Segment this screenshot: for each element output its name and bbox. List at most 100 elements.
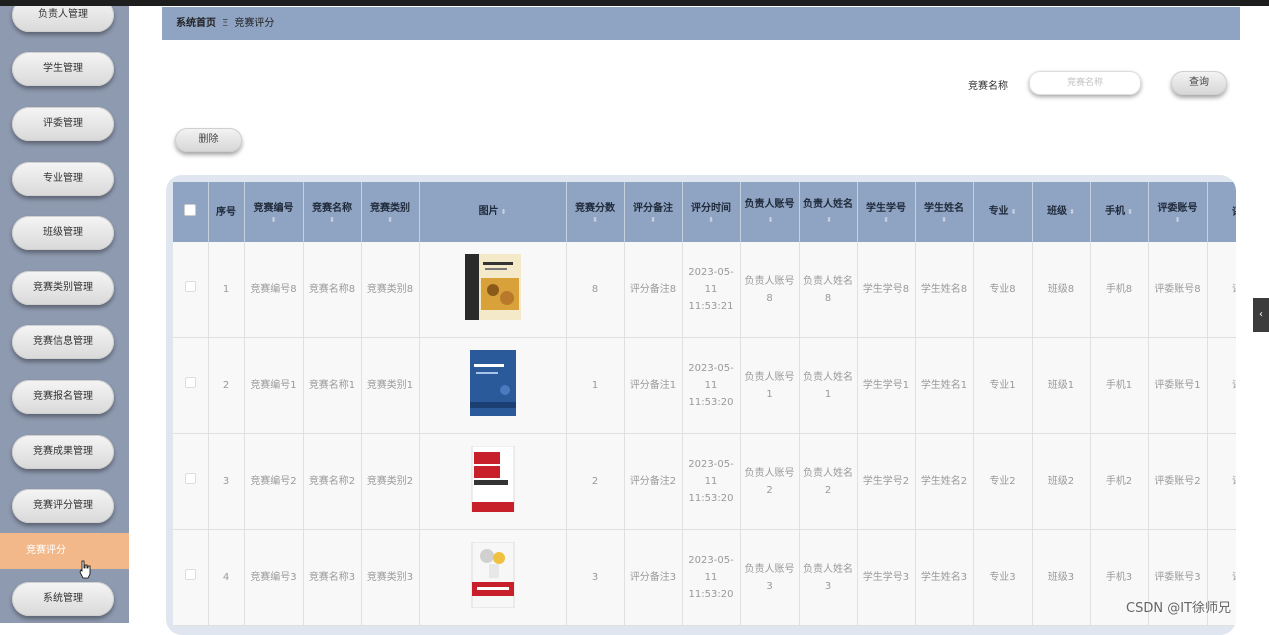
row-code: 竞赛编号1 [244,337,304,434]
sidebar-item-competition-info-management[interactable]: 竞赛信息管理 [12,325,114,359]
row-leader-name: 负责人姓名8 [799,242,858,338]
query-button[interactable]: 查询 [1171,71,1227,95]
row-leader-account: 负责人账号3 [740,529,800,626]
sidebar-item-judge-management[interactable]: 评委管理 [12,107,114,141]
row-category: 竞赛类别3 [361,529,420,626]
row-class: 班级8 [1032,242,1091,338]
row-time: 2023-05-11 11:53:20 [682,433,741,530]
row-image[interactable] [419,529,567,626]
row-student-id: 学生学号3 [857,529,916,626]
row-code: 竞赛编号8 [244,242,304,338]
row-extra: 评 [1207,337,1236,434]
row-leader-name: 负责人姓名2 [799,433,858,530]
row-time: 2023-05-11 11:53:20 [682,529,741,626]
col-header-phone[interactable]: 手机 ⬍ [1090,182,1149,242]
row-leader-account: 负责人账号8 [740,242,800,338]
row-remark: 评分备注2 [624,433,683,530]
row-name: 竞赛名称8 [303,242,362,338]
sort-icon: ⬍ [708,215,714,224]
sidebar-item-student-management[interactable]: 学生管理 [12,52,114,86]
row-name: 竞赛名称2 [303,433,362,530]
row-extra: 评 [1207,242,1236,338]
col-header-time[interactable]: 评分时间 ⬍ [682,182,741,242]
sort-icon: ⬍ [1174,215,1181,224]
row-checkbox[interactable] [173,337,209,434]
col-header-leader-account[interactable]: 负责人账号⬍ [740,182,800,242]
row-remark: 评分备注3 [624,529,683,626]
table-row[interactable]: 3 竞赛编号2 竞赛名称2 竞赛类别2 2 评分备注2 2023-05-11 11:53:2… [173,433,1236,530]
row-leader-account: 负责人账号2 [740,433,800,530]
sort-icon: ⬍ [1069,208,1075,216]
row-extra: 评 [1207,433,1236,530]
col-header-category[interactable]: 竞赛类别 ⬍ [361,182,420,242]
table-row[interactable]: 1 竞赛编号8 竞赛名称8 竞赛类别8 8 评分备注8 2023-05-11 11:53:2… [173,242,1236,338]
sidebar-item-scoring-management[interactable]: 竞赛评分管理 [12,489,114,523]
data-table-container: 序号 竞赛编号 ⬍ 竞赛名称 ⬍ 竞赛类别 ⬍ 图片 ⬍ 竞赛分数 ⬍ 评分备注 ⬍ 评分时… [166,175,1236,635]
col-header-remark[interactable]: 评分备注 ⬍ [624,182,683,242]
delete-button[interactable]: 删除 [175,128,242,152]
col-header-judge-account[interactable]: 评委账号 ⬍ [1148,182,1208,242]
row-student-name: 学生姓名2 [915,433,974,530]
row-image[interactable] [419,337,567,434]
sidebar-item-class-management[interactable]: 班级管理 [12,216,114,250]
table-row[interactable]: 4 竞赛编号3 竞赛名称3 竞赛类别3 3 评分备注3 2023-05-11 11:53:2… [173,529,1236,626]
row-index: 4 [208,529,245,626]
search-input[interactable] [1029,71,1141,95]
row-major: 专业1 [973,337,1033,434]
row-leader-account: 负责人账号1 [740,337,800,434]
row-major: 专业2 [973,433,1033,530]
row-category: 竞赛类别2 [361,433,420,530]
row-name: 竞赛名称3 [303,529,362,626]
row-student-name: 学生姓名3 [915,529,974,626]
row-code: 竞赛编号3 [244,529,304,626]
table-row[interactable]: 2 竞赛编号1 竞赛名称1 竞赛类别1 1 评分备注1 2023-05-11 11:53:2… [173,337,1236,434]
book-cover-1 [464,253,521,320]
row-index: 2 [208,337,245,434]
row-time: 2023-05-11 11:53:20 [682,337,741,434]
sidebar-item-results-management[interactable]: 竞赛成果管理 [12,435,114,469]
search-label: 竞赛名称 [968,81,1008,92]
row-image[interactable] [419,242,567,338]
col-header-student-name[interactable]: 学生姓名 ⬍ [915,182,974,242]
window-top-bar [0,0,1269,6]
sidebar-item-major-management[interactable]: 专业管理 [12,162,114,196]
breadcrumb-current: 竞赛评分 [234,18,275,29]
row-major: 专业3 [973,529,1033,626]
row-image[interactable] [419,433,567,530]
row-leader-name: 负责人姓名1 [799,337,858,434]
row-checkbox[interactable] [173,529,209,626]
col-header-leader-name[interactable]: 负责人姓名⬍ [799,182,858,242]
sidebar-item-system-management[interactable]: 系统管理 [12,582,114,616]
col-header-name[interactable]: 竞赛名称 ⬍ [303,182,362,242]
row-checkbox[interactable] [173,242,209,338]
book-cover-4 [471,541,514,608]
row-name: 竞赛名称1 [303,337,362,434]
col-header-code[interactable]: 竞赛编号 ⬍ [244,182,304,242]
row-class: 班级1 [1032,337,1091,434]
sort-icon: ⬍ [329,215,335,224]
select-all-checkbox[interactable] [173,182,209,242]
row-judge-account: 评委账号1 [1148,337,1208,434]
sidebar-item-leader-management[interactable]: 负责人管理 [12,6,114,32]
col-header-score[interactable]: 竞赛分数 ⬍ [566,182,625,242]
col-header-major[interactable]: 专业 ⬍ [973,182,1033,242]
book-cover-2 [469,349,516,416]
chevron-left-icon[interactable]: ‹ [1253,298,1269,332]
sort-icon: ⬍ [592,215,598,224]
col-header-class[interactable]: 班级 ⬍ [1032,182,1091,242]
col-header-image[interactable]: 图片 ⬍ [419,182,567,242]
row-code: 竞赛编号2 [244,433,304,530]
sidebar-item-competition-category-management[interactable]: 竞赛类别管理 [12,271,114,305]
col-header-student-id[interactable]: 学生学号 ⬍ [857,182,916,242]
breadcrumb-separator: Ξ [222,18,229,29]
sort-icon: ⬍ [387,215,393,224]
breadcrumb: 系统首页 Ξ 竞赛评分 [162,7,1240,40]
row-checkbox[interactable] [173,433,209,530]
row-phone: 手机1 [1090,337,1149,434]
watermark: CSDN @IT徐师兄 [1126,601,1231,616]
sidebar-subitem-scoring[interactable]: 竞赛评分 [0,533,129,569]
row-major: 专业8 [973,242,1033,338]
breadcrumb-home[interactable]: 系统首页 [176,18,216,29]
row-category: 竞赛类别1 [361,337,420,434]
sidebar-item-registration-management[interactable]: 竞赛报名管理 [12,380,114,414]
